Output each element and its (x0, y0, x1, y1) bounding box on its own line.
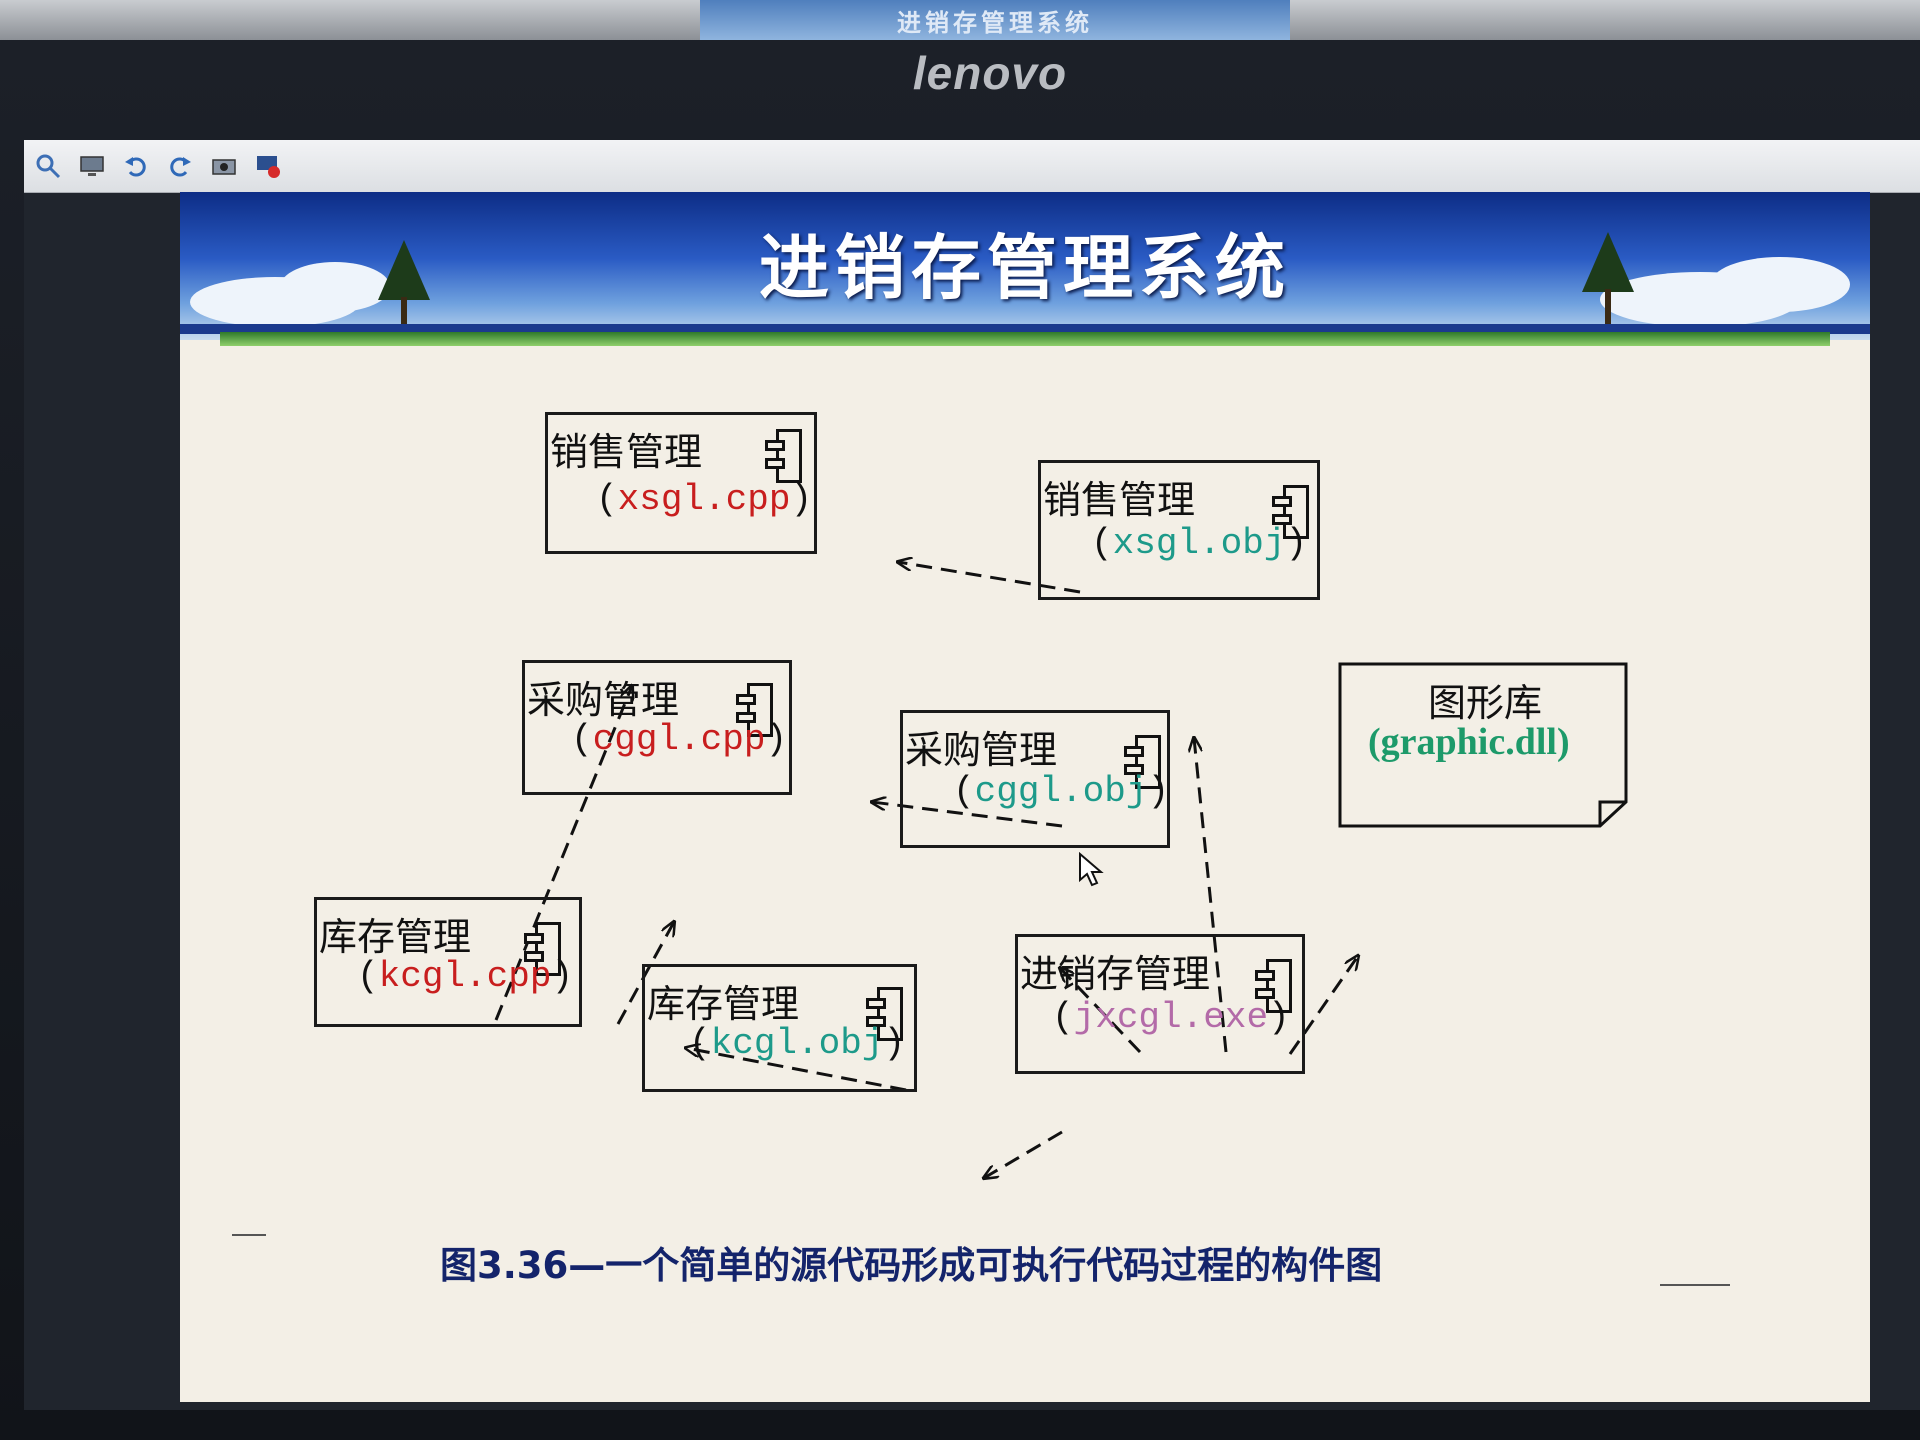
component-cggl-obj: 采购管理 (cggl.obj) (900, 710, 1170, 848)
component-graphic-dll: 图形库 (graphic.dll) (1338, 662, 1628, 828)
component-jxcgl-exe: 进销存管理 (jxcgl.exe) (1015, 934, 1305, 1074)
undo-icon[interactable] (120, 150, 152, 182)
decorative-dash (232, 1234, 266, 1236)
figure-caption: 图3.36—一个简单的源代码形成可执行代码过程的构件图 (440, 1244, 1383, 1287)
monitor-brand-logo: lenovo (912, 47, 1068, 99)
component-title: 销售管理 (1043, 478, 1196, 522)
component-cggl-cpp: 采购管理 (cggl.cpp) (522, 660, 792, 795)
component-file: (cggl.obj) (953, 771, 1170, 812)
component-file: (graphic.dll) (1368, 721, 1570, 763)
mouse-cursor-icon (1079, 852, 1104, 887)
component-file: (cggl.cpp) (571, 719, 788, 760)
component-title: 进销存管理 (1020, 952, 1211, 996)
component-title: 图形库 (1428, 681, 1543, 725)
redo-icon[interactable] (164, 150, 196, 182)
component-title: 库存管理 (319, 915, 472, 959)
dependency-arrow-jxcgl_exe-to-kcgl_obj (984, 1130, 1063, 1178)
component-kcgl-cpp: 库存管理 (kcgl.cpp) (314, 897, 582, 1027)
screen-record-icon[interactable] (252, 150, 284, 182)
monitor-icon[interactable] (76, 150, 108, 182)
camera-icon[interactable] (208, 150, 240, 182)
viewer-toolbar (24, 140, 1920, 193)
slide: 进销存管理系统 销售管理 (xsgl.cpp) 销售管理 (xsgl.obj) … (180, 192, 1870, 1402)
component-file: (xsgl.cpp) (596, 479, 813, 520)
component-file: (kcgl.cpp) (357, 956, 574, 997)
component-xsgl-obj: 销售管理 (xsgl.obj) (1038, 460, 1320, 600)
background-screen: 进销存管理系统 (700, 0, 1290, 40)
component-icon (765, 429, 802, 483)
component-file: (xsgl.obj) (1091, 523, 1308, 564)
component-file: (kcgl.obj) (689, 1023, 906, 1064)
component-kcgl-obj: 库存管理 (kcgl.obj) (642, 964, 917, 1092)
zoom-icon[interactable] (32, 150, 64, 182)
component-title: 采购管理 (527, 678, 680, 722)
component-xsgl-cpp: 销售管理 (xsgl.cpp) (545, 412, 817, 554)
decorative-dash (1660, 1284, 1730, 1286)
component-title: 采购管理 (905, 728, 1058, 772)
component-title: 库存管理 (647, 982, 800, 1026)
background-wall: 进销存管理系统 (0, 0, 1920, 40)
component-title: 销售管理 (550, 430, 703, 474)
component-file: (jxcgl.exe) (1052, 997, 1290, 1038)
